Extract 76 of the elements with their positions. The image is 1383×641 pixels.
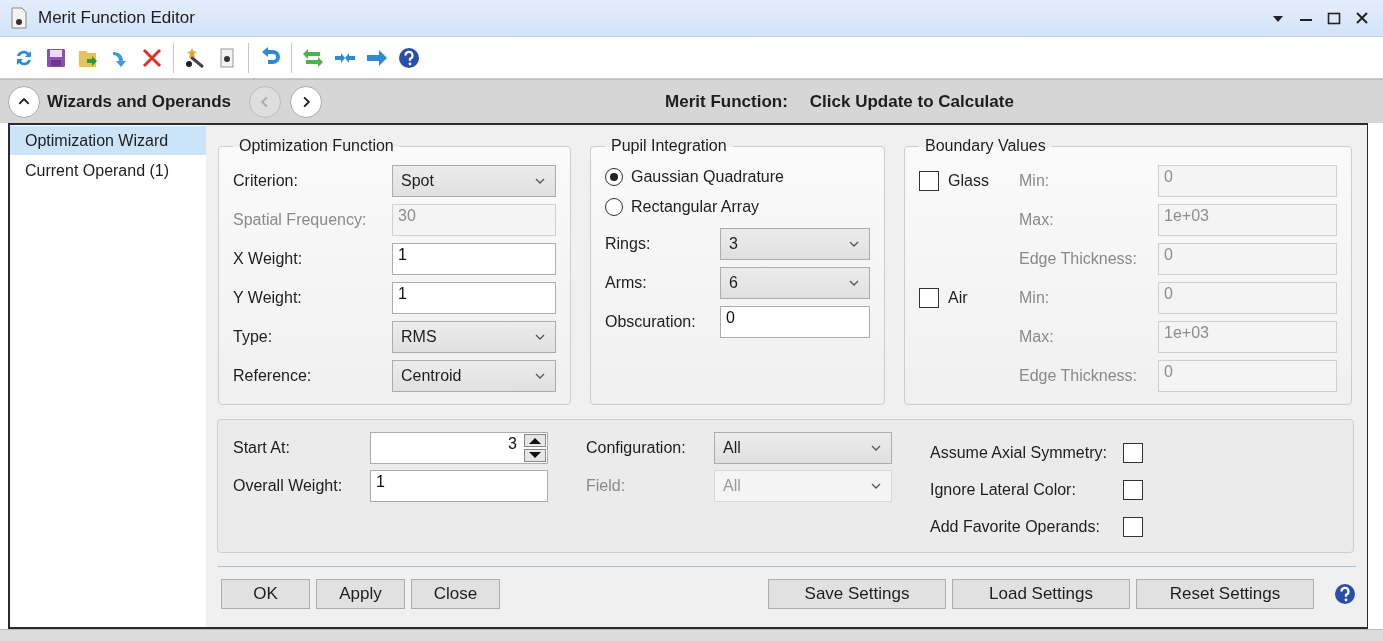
collapse-button[interactable] bbox=[8, 85, 40, 118]
checkbox[interactable] bbox=[919, 171, 939, 191]
save-icon[interactable] bbox=[45, 46, 67, 69]
checkbox[interactable] bbox=[1122, 516, 1143, 537]
checkbox-label: Ignore Lateral Color: bbox=[930, 480, 1077, 499]
field-label: Y Weight: bbox=[233, 289, 303, 307]
text-field[interactable]: 0 bbox=[720, 306, 870, 338]
radio-button[interactable] bbox=[605, 198, 623, 216]
status-label: Merit Function: bbox=[665, 91, 788, 112]
spin-down-button[interactable] bbox=[524, 449, 546, 462]
checkbox[interactable] bbox=[1122, 479, 1143, 500]
number-field[interactable]: 3 bbox=[370, 432, 548, 464]
spin-up-button[interactable] bbox=[524, 434, 546, 447]
dialog-button[interactable]: Apply bbox=[316, 579, 405, 609]
radio-label: Rectangular Array bbox=[631, 198, 760, 216]
field-label: Rings: bbox=[605, 235, 652, 253]
field-label: Arms: bbox=[605, 274, 648, 292]
dropdown[interactable]: 3 bbox=[720, 228, 870, 260]
help-icon[interactable] bbox=[1334, 583, 1356, 605]
field-label: Min: bbox=[1019, 289, 1051, 307]
checkbox-label: Add Favorite Operands: bbox=[930, 517, 1101, 536]
settings-button[interactable]: Save Settings bbox=[768, 579, 946, 609]
chevron-icon bbox=[871, 483, 881, 489]
field-label: Field: bbox=[586, 477, 627, 495]
checkbox-label: Assume Axial Symmetry: bbox=[930, 443, 1107, 462]
chevron-icon bbox=[535, 178, 545, 184]
settings-button[interactable]: Reset Settings bbox=[1136, 579, 1314, 609]
dropdown[interactable]: RMS bbox=[392, 321, 556, 353]
sidebar-item[interactable]: Optimization Wizard bbox=[10, 126, 206, 155]
window-title: Merit Function Editor bbox=[38, 8, 195, 28]
field-label: Min: bbox=[1019, 172, 1051, 190]
document-icon bbox=[10, 7, 28, 29]
checkbox[interactable] bbox=[1122, 442, 1143, 463]
checkbox-label: Glass bbox=[948, 172, 989, 190]
chevron-icon bbox=[849, 280, 859, 286]
chevron-icon bbox=[535, 373, 545, 379]
group-title: Boundary Values bbox=[924, 137, 1047, 155]
dropdown[interactable]: Centroid bbox=[392, 360, 556, 392]
section-title: Wizards and Operands bbox=[47, 91, 232, 112]
sidebar-item[interactable]: Current Operand (1) bbox=[10, 156, 206, 185]
radio-label: Gaussian Quadrature bbox=[631, 168, 784, 186]
field-label: Edge Thickness: bbox=[1019, 250, 1138, 268]
text-field[interactable]: 1 bbox=[370, 470, 548, 502]
field-label: Edge Thickness: bbox=[1019, 367, 1138, 385]
field-label: Obscuration: bbox=[605, 313, 697, 331]
checkbox[interactable] bbox=[919, 288, 939, 308]
wand-icon[interactable] bbox=[184, 46, 206, 69]
chevron-icon bbox=[849, 241, 859, 247]
chevron-icon bbox=[535, 334, 545, 340]
text-field[interactable]: 1 bbox=[392, 282, 556, 314]
field-label: Overall Weight: bbox=[233, 477, 344, 495]
group-title: Optimization Function bbox=[238, 137, 395, 155]
field-label: Reference: bbox=[233, 367, 313, 385]
field-label: Configuration: bbox=[586, 439, 687, 457]
field-label: Type: bbox=[233, 328, 274, 346]
dialog-button[interactable]: OK bbox=[221, 579, 310, 609]
group-title: Pupil Integration bbox=[610, 137, 728, 155]
status-value: Click Update to Calculate bbox=[809, 91, 1014, 112]
chevron-icon bbox=[871, 445, 881, 451]
field-label: Criterion: bbox=[233, 172, 299, 190]
delete-icon[interactable] bbox=[141, 46, 163, 69]
dropdown[interactable]: All bbox=[714, 432, 892, 464]
field-label: Max: bbox=[1019, 211, 1055, 229]
forward-button[interactable] bbox=[290, 85, 323, 118]
settings-button[interactable]: Load Settings bbox=[952, 579, 1130, 609]
field-label: X Weight: bbox=[233, 250, 304, 268]
text-field[interactable]: 1 bbox=[392, 243, 556, 275]
dropdown[interactable]: Spot bbox=[392, 165, 556, 197]
dropdown[interactable]: 6 bbox=[720, 267, 870, 299]
field-label: Max: bbox=[1019, 328, 1055, 346]
help-icon[interactable] bbox=[398, 46, 420, 69]
dialog-button[interactable]: Close bbox=[411, 579, 500, 609]
radio-button[interactable] bbox=[605, 168, 623, 186]
field-label: Start At: bbox=[233, 439, 291, 457]
field-label: Spatial Frequency: bbox=[233, 211, 368, 229]
checkbox-label: Air bbox=[948, 289, 968, 307]
